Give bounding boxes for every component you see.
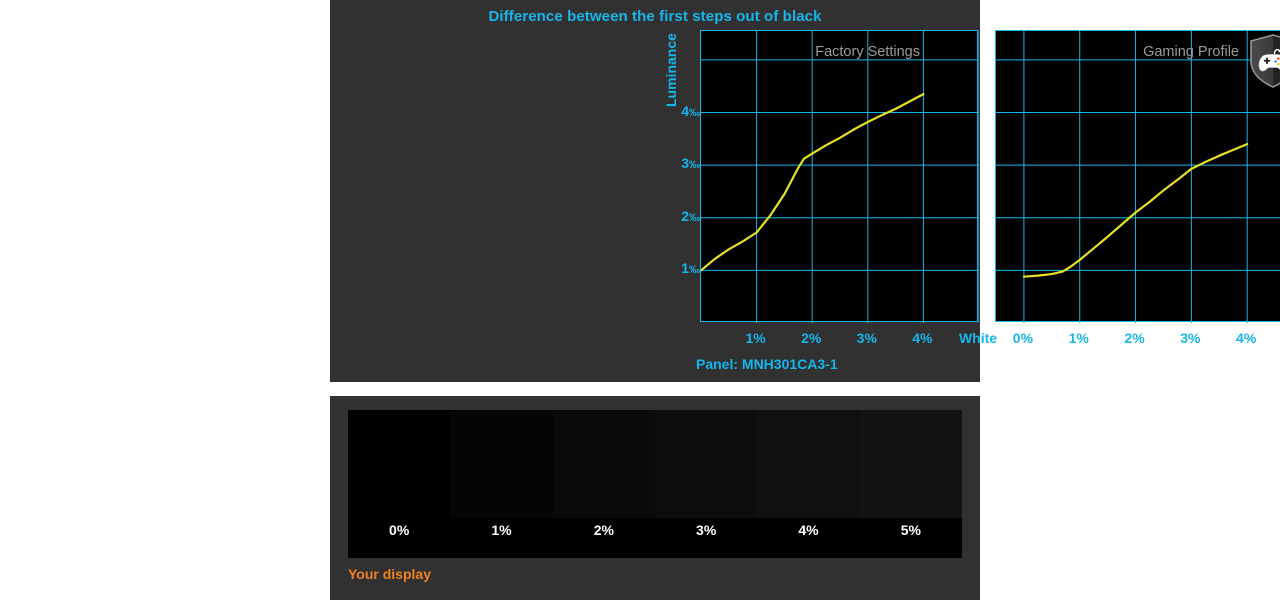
your-display-caption: Your display	[348, 566, 431, 582]
y-tick-label: 1‰	[681, 260, 700, 277]
x-tick-label: 2%	[1124, 330, 1145, 346]
x-tick-label: 4%	[912, 330, 933, 346]
plot-area-gaming	[995, 30, 1280, 323]
gamepad-shield-icon	[1247, 33, 1280, 89]
gradient-band: 5%	[859, 410, 962, 558]
plot-svg-factory	[701, 31, 979, 323]
plot-svg-gaming	[996, 31, 1280, 323]
x-tick-label: 2%	[801, 330, 822, 346]
gradient-band-swatch	[552, 410, 655, 518]
gradient-band-label: 4%	[798, 522, 819, 538]
chart-factory-settings: Factory Settings	[700, 30, 979, 323]
chart-gaming-profile: Gaming Profile	[995, 30, 1280, 323]
gradient-band-label: 0%	[389, 522, 410, 538]
x-tick-label: 3%	[856, 330, 877, 346]
gradient-band: 1%	[450, 410, 553, 558]
gradient-band-swatch	[654, 410, 758, 518]
series-label-factory: Factory Settings	[815, 44, 920, 60]
gradient-band-swatch	[859, 410, 962, 518]
gradient-band-label: 3%	[696, 522, 717, 538]
gradient-band-swatch	[450, 410, 553, 518]
panel-model-label: Panel: MNH301CA3-1	[696, 356, 838, 372]
x-tick-label: 1%	[1068, 330, 1089, 346]
x-tick-label: 3%	[1180, 330, 1201, 346]
y-tick-label: 2‰	[681, 207, 700, 224]
x-tick-label: White	[958, 330, 998, 346]
gradient-band: 2%	[552, 410, 655, 558]
y-tick-label: 3‰	[681, 155, 700, 172]
gradient-band-swatch	[348, 410, 451, 518]
plot-area-factory	[700, 30, 979, 323]
gradient-band: 3%	[654, 410, 758, 558]
gradient-band-label: 5%	[900, 522, 921, 538]
luminance-chart-panel: Difference between the first steps out o…	[330, 0, 1280, 382]
gradient-band-swatch	[757, 410, 860, 518]
y-axis-ticks: 1‰ 2‰ 3‰ 4‰	[660, 0, 700, 382]
gradient-band: 0%	[348, 410, 451, 558]
y-tick-label: 4‰	[681, 102, 700, 119]
x-tick-label: 0%	[1012, 330, 1034, 346]
series-label-gaming: Gaming Profile	[1143, 44, 1239, 60]
x-tick-label: 1%	[745, 330, 766, 346]
page-title: Difference between the first steps out o…	[488, 8, 822, 25]
x-tick-label: 4%	[1236, 330, 1257, 346]
gradient-band: 4%	[757, 410, 860, 558]
your-display-panel: 0% 1% 2% 3% 4% 5% Your display	[330, 396, 980, 600]
black-level-gradient-strip: 0% 1% 2% 3% 4% 5%	[348, 410, 962, 558]
gradient-band-label: 1%	[491, 522, 512, 538]
gradient-band-label: 2%	[593, 522, 614, 538]
